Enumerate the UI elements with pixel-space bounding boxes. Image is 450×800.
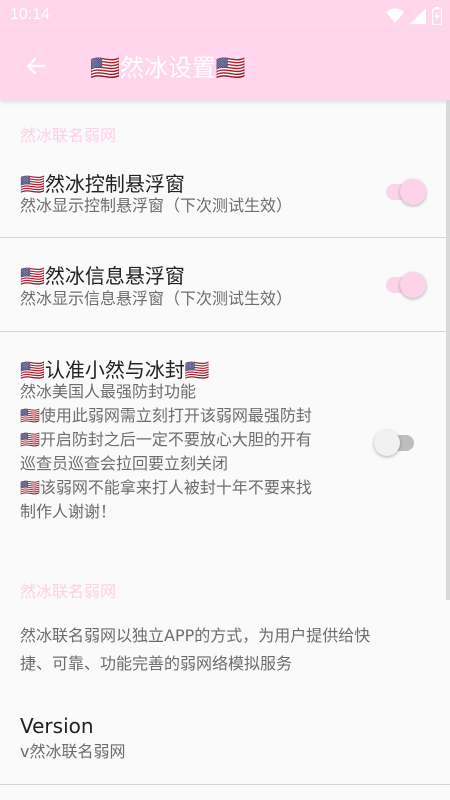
scrollbar[interactable] (446, 100, 450, 600)
pref-summary: 然冰显示控制悬浮窗（下次测试生效） (20, 196, 293, 215)
category-header-weak-network: 然冰联名弱网 (20, 126, 117, 145)
category-header-weak-network-2: 然冰联名弱网 (20, 582, 117, 601)
control-floating-window-switch[interactable] (382, 177, 426, 207)
summary-line: 🇺🇸该弱网不能拿来打人被封十年不要来找 (20, 478, 312, 497)
pref-title: 🇺🇸认准小然与冰封🇺🇸 (20, 358, 210, 382)
about-line: 捷、可靠、功能完善的弱网络模拟服务 (20, 654, 293, 673)
pref-summary: 然冰显示信息悬浮窗（下次测试生效） (20, 289, 293, 308)
info-floating-window-switch[interactable] (382, 270, 426, 300)
version-summary: v然冰联名弱网 (20, 742, 126, 761)
pref-summary: 然冰美国人最强防封功能 🇺🇸使用此弱网需立刻打开该弱网最强防封 🇺🇸开启防封之后… (20, 380, 360, 524)
version-title: Version (20, 714, 94, 738)
status-bar: 10:14 (0, 0, 450, 32)
summary-line: 🇺🇸使用此弱网需立刻打开该弱网最强防封 (20, 406, 312, 425)
pref-title: 🇺🇸然冰控制悬浮窗 (20, 172, 185, 196)
back-arrow-icon[interactable] (22, 52, 50, 80)
summary-line: 制作人谢谢！ (20, 502, 117, 521)
summary-line: 🇺🇸开启防封之后一定不要放心大胆的开有 (20, 430, 312, 449)
wifi-icon (386, 8, 404, 23)
pref-title: 🇺🇸然冰信息悬浮窗 (20, 264, 185, 288)
about-description: 然冰联名弱网以独立APP的方式，为用户提供给快 捷、可靠、功能完善的弱网络模拟服… (20, 622, 430, 678)
anti-ban-switch[interactable] (374, 428, 418, 458)
battery-charging-icon (432, 7, 442, 25)
summary-line: 巡查员巡查会拉回要立刻关闭 (20, 454, 229, 473)
switch-thumb (400, 272, 426, 298)
signal-icon (410, 8, 426, 24)
settings-list: 然冰联名弱网 🇺🇸然冰控制悬浮窗 然冰显示控制悬浮窗（下次测试生效） 🇺🇸然冰信… (0, 100, 450, 800)
page-title: 🇺🇸然冰设置🇺🇸 (90, 54, 246, 82)
switch-thumb (400, 179, 426, 205)
switch-thumb (374, 430, 400, 456)
divider (0, 331, 450, 332)
summary-line: 然冰美国人最强防封功能 (20, 382, 197, 401)
divider (0, 784, 450, 785)
app-bar: 🇺🇸然冰设置🇺🇸 (0, 32, 450, 100)
about-line: 然冰联名弱网以独立APP的方式，为用户提供给快 (20, 626, 371, 645)
status-time: 10:14 (10, 6, 51, 23)
divider (0, 237, 450, 238)
status-icons (386, 6, 442, 26)
